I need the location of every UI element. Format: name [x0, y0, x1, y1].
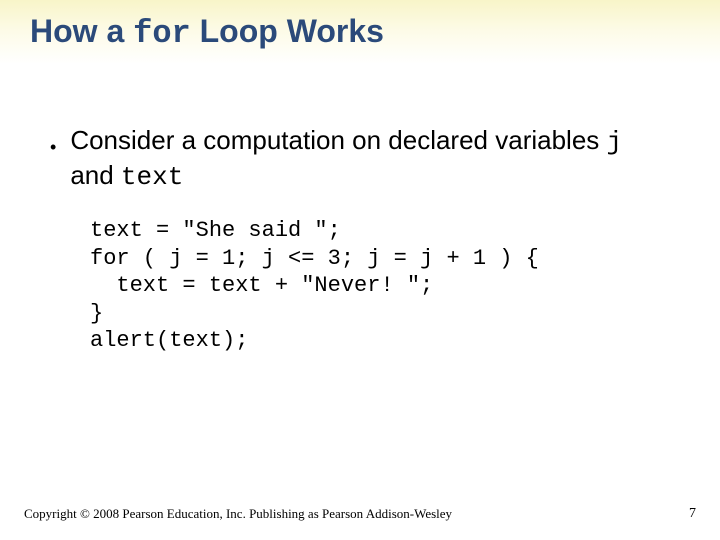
code-line-2: for ( j = 1; j <= 3; j = j + 1 ) { [90, 246, 539, 271]
bullet-text: Consider a computation on declared varia… [70, 124, 670, 193]
page-number: 7 [689, 506, 696, 522]
title-band: How a for Loop Works [0, 0, 720, 64]
bullet-mid: and [70, 160, 121, 190]
bullet-dot-icon: • [50, 136, 56, 159]
code-line-3: text = text + "Never! "; [90, 273, 433, 298]
slide-content: • Consider a computation on declared var… [0, 64, 720, 355]
copyright-text: Copyright © 2008 Pearson Education, Inc.… [24, 506, 452, 522]
bullet-mono-text: text [121, 162, 183, 192]
code-line-5: alert(text); [90, 328, 248, 353]
title-mono: for [133, 15, 191, 52]
bullet-mono-j: j [607, 127, 623, 157]
title-pre: How a [30, 13, 133, 49]
code-line-1: text = "She said "; [90, 218, 341, 243]
title-post: Loop Works [191, 13, 384, 49]
bullet-item: • Consider a computation on declared var… [50, 124, 670, 193]
slide-title: How a for Loop Works [30, 14, 720, 51]
code-block: text = "She said "; for ( j = 1; j <= 3;… [90, 217, 670, 355]
slide-footer: Copyright © 2008 Pearson Education, Inc.… [24, 506, 696, 522]
bullet-pre: Consider a computation on declared varia… [70, 125, 606, 155]
code-line-4: } [90, 301, 103, 326]
